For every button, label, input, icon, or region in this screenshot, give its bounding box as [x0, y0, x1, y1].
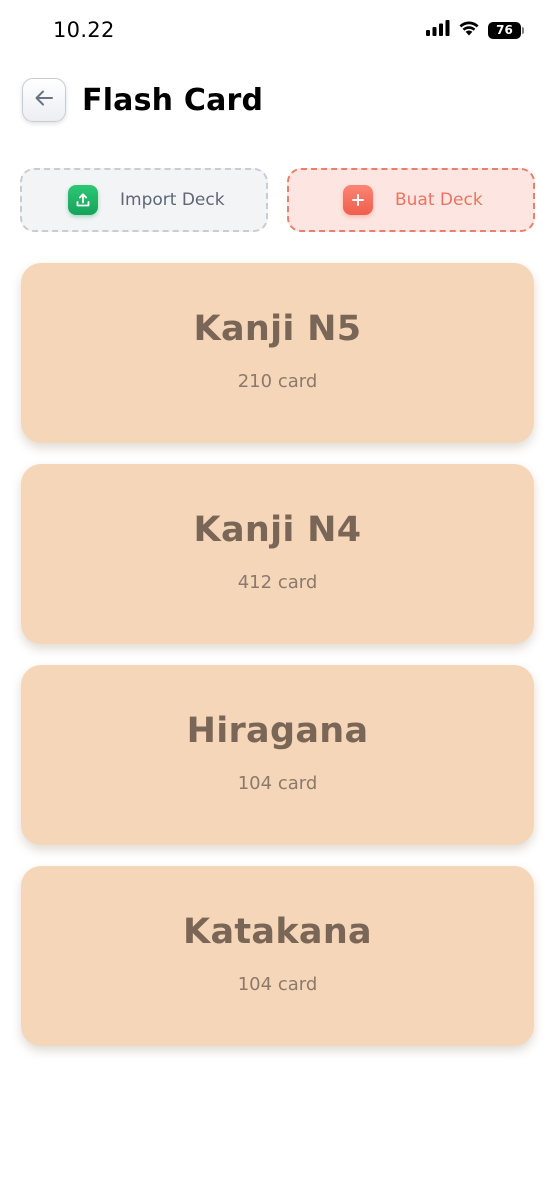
battery-icon: 76	[488, 21, 524, 39]
deck-card-count: 104 card	[237, 772, 318, 794]
deck-card-count: 210 card	[237, 370, 318, 392]
create-deck-button[interactable]: Buat Deck	[287, 168, 535, 232]
action-buttons: Import Deck Buat Deck	[20, 168, 535, 232]
import-deck-label: Import Deck	[120, 190, 225, 210]
deck-list: Kanji N5 210 card Kanji N4 412 card Hira…	[21, 263, 534, 1067]
status-time: 10.22	[53, 18, 115, 42]
deck-card-katakana[interactable]: Katakana 104 card	[21, 866, 534, 1046]
import-deck-button[interactable]: Import Deck	[20, 168, 268, 232]
upload-icon	[68, 185, 98, 215]
deck-card-count: 412 card	[237, 571, 318, 593]
create-deck-label: Buat Deck	[395, 190, 483, 210]
deck-title: Hiragana	[186, 710, 369, 751]
status-icons: 76	[426, 20, 524, 40]
arrow-left-icon	[34, 89, 54, 111]
signal-icon	[426, 20, 450, 40]
deck-card-kanji-n5[interactable]: Kanji N5 210 card	[21, 263, 534, 443]
wifi-icon	[458, 20, 480, 40]
header: Flash Card	[22, 77, 263, 123]
battery-level: 76	[496, 23, 513, 37]
back-button[interactable]	[22, 78, 66, 122]
deck-title: Kanji N5	[193, 308, 362, 349]
status-bar: 10.22 76	[0, 0, 555, 62]
plus-icon	[343, 185, 373, 215]
deck-card-hiragana[interactable]: Hiragana 104 card	[21, 665, 534, 845]
deck-title: Katakana	[183, 911, 372, 952]
deck-card-count: 104 card	[237, 973, 318, 995]
deck-card-kanji-n4[interactable]: Kanji N4 412 card	[21, 464, 534, 644]
deck-title: Kanji N4	[193, 509, 362, 550]
flash-card-screen: 10.22 76 Flash Card Import Deck Buat Dec…	[0, 0, 555, 1200]
page-title: Flash Card	[82, 82, 264, 118]
